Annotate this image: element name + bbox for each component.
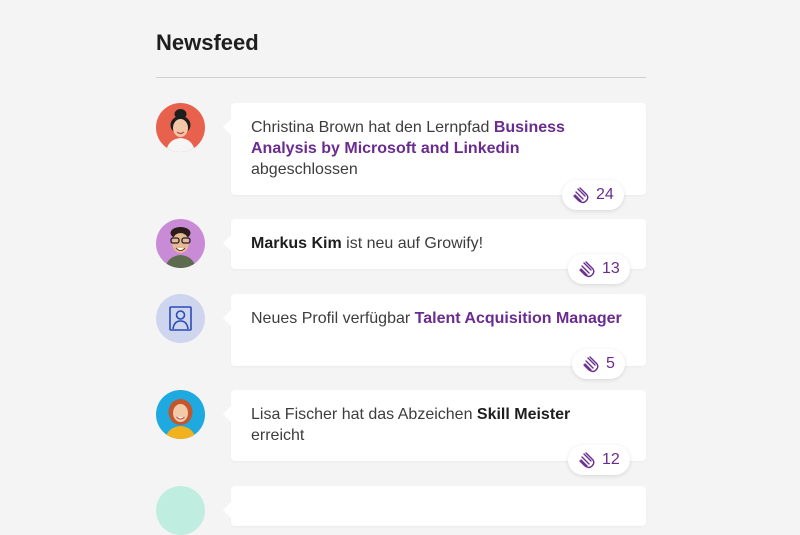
clap-button[interactable]: 12 — [568, 445, 630, 475]
clap-icon — [583, 356, 599, 373]
clap-button[interactable]: 24 — [562, 180, 624, 210]
user-name[interactable]: Markus Kim — [251, 235, 342, 252]
avatar[interactable] — [156, 486, 205, 535]
feed-text-end: ist neu auf Growify! — [341, 235, 484, 252]
feed-text-end: abgeschlossen — [251, 161, 358, 178]
feed-text: Neues Profil verfügbar — [251, 310, 415, 327]
clap-count: 12 — [602, 451, 620, 468]
feed-card — [223, 486, 646, 526]
avatar[interactable] — [156, 219, 205, 268]
clap-button[interactable]: 13 — [568, 254, 630, 284]
feed-text: Lisa Fischer hat das Abzeichen — [251, 406, 477, 423]
clap-icon — [573, 187, 589, 204]
feed-text: Christina Brown hat den Lernpfad — [251, 119, 494, 136]
avatar[interactable] — [156, 103, 205, 152]
clap-count: 24 — [596, 186, 614, 203]
clap-count: 5 — [606, 355, 615, 372]
page-title: Newsfeed — [156, 30, 259, 55]
clap-count: 13 — [602, 260, 620, 277]
avatar[interactable] — [156, 390, 205, 439]
feed-text-end: erreicht — [251, 427, 305, 444]
clap-icon — [579, 261, 595, 278]
profile-icon — [169, 306, 192, 331]
clap-icon — [579, 452, 595, 469]
divider — [156, 77, 646, 78]
badge-name[interactable]: Skill Meister — [477, 406, 570, 423]
avatar[interactable] — [156, 294, 205, 343]
clap-button[interactable]: 5 — [572, 349, 625, 379]
profile-link[interactable]: Talent Acquisition Manager — [415, 310, 622, 327]
